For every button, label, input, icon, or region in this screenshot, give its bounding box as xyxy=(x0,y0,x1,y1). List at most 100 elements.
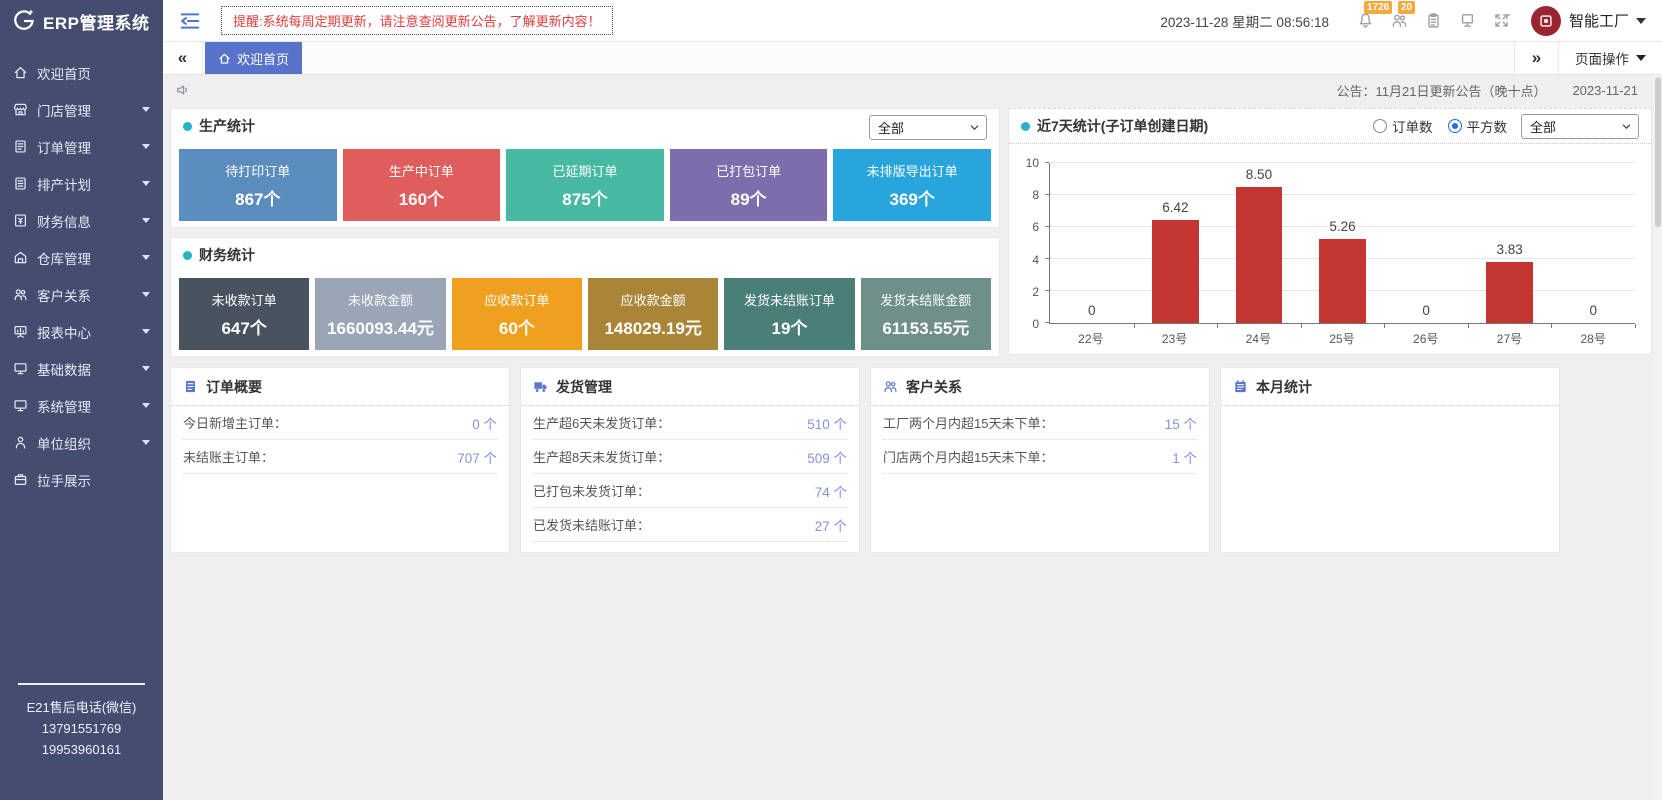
summary-row-value[interactable]: 707 个 xyxy=(457,447,497,467)
x-tick xyxy=(1301,324,1302,328)
summary-row-value[interactable]: 74 个 xyxy=(815,481,847,501)
sidebar-item-data[interactable]: 基础数据 xyxy=(0,350,163,387)
chevron-down-icon xyxy=(142,144,150,149)
clipboard-button[interactable] xyxy=(1417,0,1451,42)
speaker-icon[interactable] xyxy=(175,82,191,98)
x-tick xyxy=(1134,324,1135,328)
display-button[interactable] xyxy=(1451,0,1485,42)
summary-row: 生产超8天未发货订单：509 个 xyxy=(533,440,847,474)
announcement-bar: 公告：11月21日更新公告（晚十点） 2023-11-21 xyxy=(163,75,1652,105)
summary-row-value[interactable]: 510 个 xyxy=(807,413,847,433)
production-filter-select[interactable]: 全部 xyxy=(869,115,987,140)
vertical-scrollbar[interactable] xyxy=(1654,75,1662,800)
collapse-menu-icon[interactable] xyxy=(179,8,205,34)
announcement-date: 2023-11-21 xyxy=(1572,83,1638,98)
finance-stat-card[interactable]: 未收款金额1660093.44元 xyxy=(315,278,445,350)
summary-row-value[interactable]: 27 个 xyxy=(815,515,847,535)
page-actions-menu[interactable]: 页面操作 xyxy=(1558,42,1662,74)
chart-filter-select[interactable]: 全部 xyxy=(1521,114,1639,139)
stat-card-value: 19个 xyxy=(772,314,808,339)
announcement-link[interactable]: 公告：11月21日更新公告（晚十点） xyxy=(1336,81,1546,100)
app-logo[interactable]: ERP管理系统 xyxy=(0,0,163,42)
chart-slot: 0 xyxy=(1384,163,1468,323)
user-avatar[interactable] xyxy=(1531,6,1561,36)
chevron-down-icon xyxy=(142,403,150,408)
bar-value-label: 0 xyxy=(1050,303,1134,318)
customer-relations-header: 客户关系 xyxy=(871,368,1209,406)
bar-value-label: 0 xyxy=(1384,303,1468,318)
summary-row-value[interactable]: 15 个 xyxy=(1165,413,1197,433)
chart-slot: 0 xyxy=(1050,163,1134,323)
y-tick-label: 2 xyxy=(1032,285,1039,299)
sidebar-item-label: 订单管理 xyxy=(37,137,91,157)
summary-row: 生产超6天未发货订单： 510 个 xyxy=(533,406,847,440)
tab-welcome-home[interactable]: 欢迎首页 xyxy=(205,42,302,74)
sidebar-item-customer[interactable]: 客户关系 xyxy=(0,276,163,313)
staff-message-button[interactable]: 20 xyxy=(1383,0,1417,42)
summary-row-label: 生产超6天未发货订单： xyxy=(533,413,670,432)
sidebar-item-store[interactable]: 门店管理 xyxy=(0,91,163,128)
production-stat-card[interactable]: 已打包订单89个 xyxy=(670,149,828,221)
sidebar-item-report[interactable]: 报表中心 xyxy=(0,313,163,350)
production-stat-card[interactable]: 生产中订单160个 xyxy=(343,149,501,221)
notification-bell-button[interactable]: 1726 xyxy=(1349,0,1383,42)
sidebar-item-org[interactable]: 单位组织 xyxy=(0,424,163,461)
shipping-management-header: 发货管理 xyxy=(521,368,859,406)
chevron-down-icon xyxy=(142,255,150,260)
sidebar-item-home[interactable]: 欢迎首页 xyxy=(0,54,163,91)
bar-chart: 0246810 06.428.505.2603.830 22号23号24号25号… xyxy=(1009,145,1651,354)
stat-card-label: 应收款订单 xyxy=(484,290,549,309)
section-dot-icon xyxy=(183,251,192,260)
chevron-down-icon xyxy=(142,181,150,186)
sidebar-item-warehouse[interactable]: 仓库管理 xyxy=(0,239,163,276)
sidebar-item-order[interactable]: 订单管理 xyxy=(0,128,163,165)
sidebar-menu: 欢迎首页门店管理订单管理排产计划财务信息仓库管理客户关系报表中心基础数据系统管理… xyxy=(0,42,163,498)
production-stat-card[interactable]: 待打印订单867个 xyxy=(179,149,337,221)
erp-dashboard-page: ERP管理系统 欢迎首页门店管理订单管理排产计划财务信息仓库管理客户关系报表中心… xyxy=(0,0,1662,800)
summary-row-label: 工厂两个月内超15天未下单： xyxy=(883,413,1053,432)
panel-title: 本月统计 xyxy=(1256,377,1312,397)
y-tick-label: 10 xyxy=(1026,156,1039,170)
chart-filter-value: 全部 xyxy=(1530,117,1556,136)
order-summary-header: 订单概要 xyxy=(171,368,509,406)
scroll-tabs-left-button[interactable]: « xyxy=(163,42,203,74)
finance-stat-card[interactable]: 未收款订单647个 xyxy=(179,278,309,350)
account-chevron-down-icon[interactable] xyxy=(1636,18,1646,24)
sidebar-item-label: 基础数据 xyxy=(37,359,91,379)
store-icon xyxy=(13,102,28,117)
finance-stat-card[interactable]: 发货未结账订单19个 xyxy=(724,278,854,350)
stat-card-value: 867个 xyxy=(235,185,280,210)
scrollbar-thumb[interactable] xyxy=(1655,77,1661,227)
x-tick xyxy=(1384,324,1385,328)
production-stat-card[interactable]: 未排版导出订单369个 xyxy=(833,149,991,221)
stat-card-value: 61153.55元 xyxy=(882,314,969,339)
production-stat-card[interactable]: 已延期订单875个 xyxy=(506,149,664,221)
production-stats-panel: 生产统计 全部 待打印订单867个生产中订单160个已延期订单875个已打包订单… xyxy=(170,108,1000,228)
x-tick xyxy=(1551,324,1552,328)
radio-order-count[interactable]: 订单数 xyxy=(1373,116,1433,136)
x-tick xyxy=(1217,324,1218,328)
sidebar-item-handle[interactable]: 拉手展示 xyxy=(0,461,163,498)
sidebar-item-system[interactable]: 系统管理 xyxy=(0,387,163,424)
account-name[interactable]: 智能工厂 xyxy=(1569,10,1629,31)
scroll-tabs-right-button[interactable]: » xyxy=(1514,42,1558,74)
sidebar-item-finance[interactable]: 财务信息 xyxy=(0,202,163,239)
finance-stat-card[interactable]: 应收款订单60个 xyxy=(452,278,582,350)
sidebar-item-label: 欢迎首页 xyxy=(37,63,91,83)
x-tick-label: 28号 xyxy=(1551,330,1635,346)
chevron-down-icon xyxy=(142,440,150,445)
summary-row-value[interactable]: 509 个 xyxy=(807,447,847,467)
stat-card-value: 369个 xyxy=(889,185,934,210)
finance-stat-card[interactable]: 发货未结账金额61153.55元 xyxy=(861,278,991,350)
radio-square-meters[interactable]: 平方数 xyxy=(1448,116,1508,136)
summary-row-value[interactable]: 1 个 xyxy=(1172,447,1197,467)
summary-row: 工厂两个月内超15天未下单： 15 个 xyxy=(883,406,1197,440)
x-tick-label: 26号 xyxy=(1384,330,1468,346)
summary-row-value[interactable]: 0 个 xyxy=(472,413,497,433)
stat-card-label: 应收款金额 xyxy=(621,290,686,309)
sidebar-item-label: 系统管理 xyxy=(37,396,91,416)
finance-stat-card[interactable]: 应收款金额148029.19元 xyxy=(588,278,718,350)
sidebar-item-schedule[interactable]: 排产计划 xyxy=(0,165,163,202)
stat-card-label: 已延期订单 xyxy=(552,161,617,180)
fullscreen-button[interactable] xyxy=(1485,0,1519,42)
